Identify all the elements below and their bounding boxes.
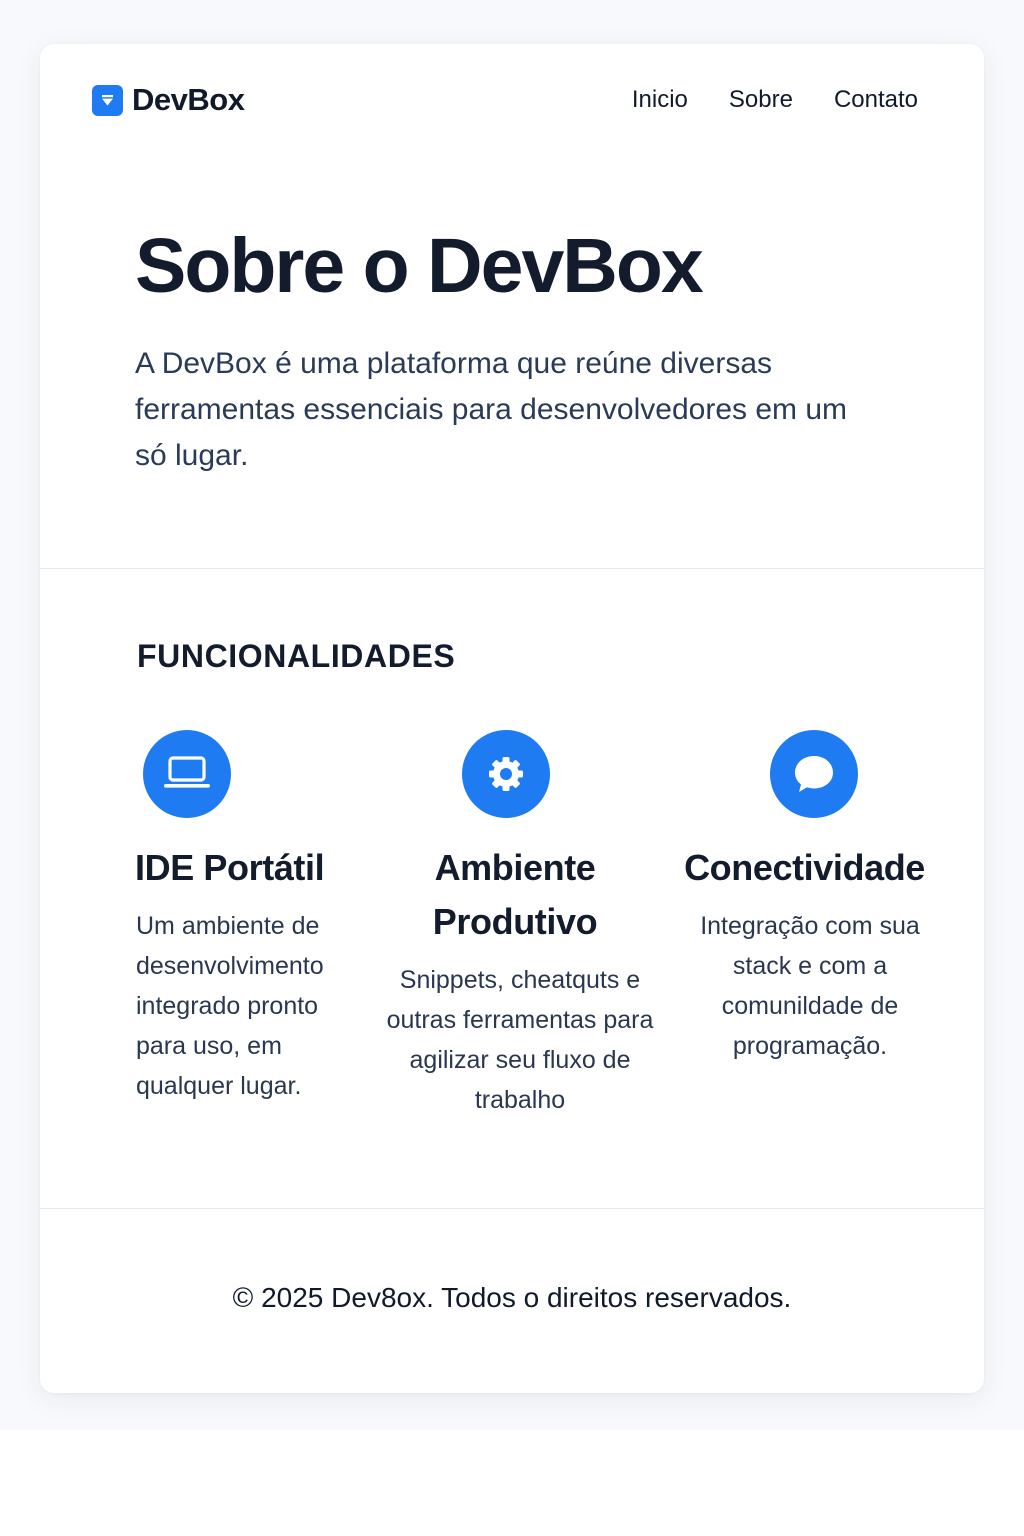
nav-link-inicio[interactable]: Inicio	[632, 86, 688, 114]
laptop-icon	[143, 730, 231, 818]
features-heading: FUNCIONALIDADES	[137, 638, 456, 674]
section-divider	[40, 568, 984, 569]
footer-copyright: © 2025 Dev8ox. Todos o direitos reservad…	[232, 1282, 792, 1313]
main-nav: Inicio Sobre Contato	[632, 86, 918, 114]
chat-bubble-icon	[770, 730, 858, 818]
feature-title-conectividade: Conectividade	[684, 847, 925, 888]
feature-desc-ide: Um ambiente de desenvolvimento integrado…	[136, 912, 324, 1100]
feature-title-ambiente: Ambiente Produtivo	[432, 847, 598, 942]
brand-name: DevBox	[132, 82, 245, 117]
page-title: Sobre o DevBox	[135, 223, 704, 309]
footer-divider	[40, 1208, 984, 1209]
hero-description: A DevBox é uma plataforma que reúne dive…	[135, 347, 848, 472]
feature-desc-ambiente: Snippets, cheatquts e outras ferramentas…	[386, 966, 654, 1114]
nav-link-sobre[interactable]: Sobre	[729, 86, 793, 114]
feature-title-ide: IDE Portátil	[135, 847, 325, 888]
gear-icon	[462, 730, 550, 818]
nav-link-contato[interactable]: Contato	[834, 86, 918, 114]
devbox-logo-icon	[92, 84, 123, 116]
feature-desc-conectividade: Integração com sua stack e com a comunil…	[700, 912, 920, 1060]
brand-logo-link[interactable]: DevBox	[92, 82, 245, 118]
content-card: DevBox Inicio Sobre Contato Sobre o DevB…	[40, 44, 984, 1393]
